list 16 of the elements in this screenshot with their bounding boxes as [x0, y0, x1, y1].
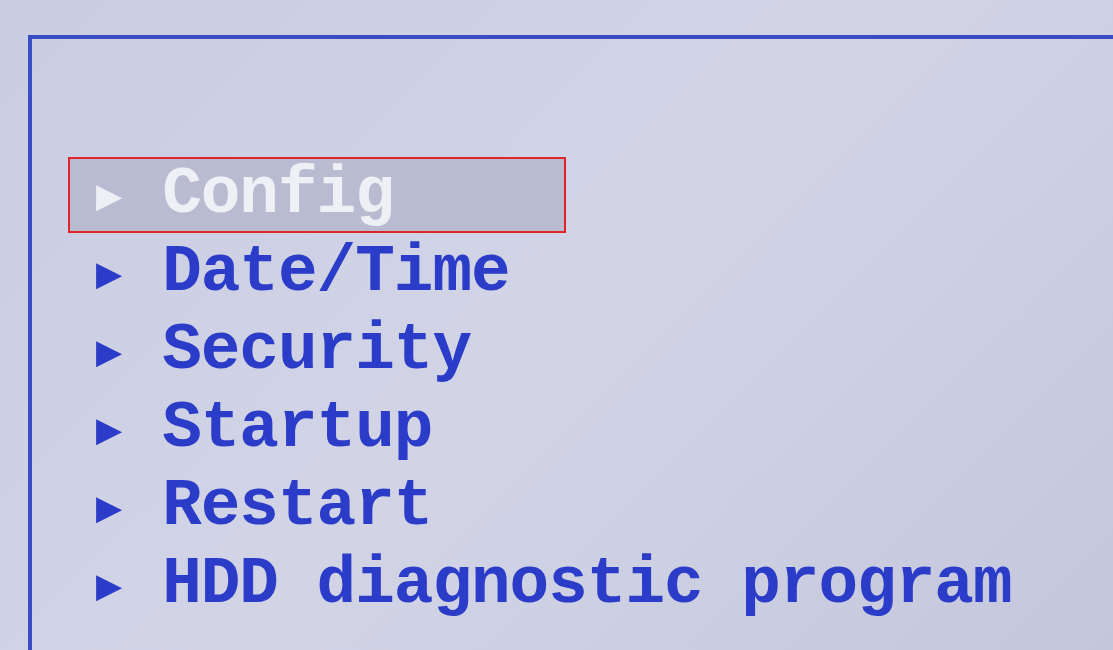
menu-item[interactable]: ▶ Date/Time: [70, 237, 530, 309]
menu-item[interactable]: ▶ Security: [70, 315, 491, 387]
triangle-icon: ▶: [96, 178, 123, 212]
menu-item[interactable]: ▶ Startup: [70, 393, 453, 465]
triangle-icon: ▶: [96, 412, 123, 446]
menu-label: Restart: [162, 474, 433, 540]
triangle-icon: ▶: [96, 568, 123, 602]
menu-item[interactable]: ▶ HDD diagnostic program: [70, 549, 1032, 621]
menu-label: Date/Time: [162, 240, 510, 306]
menu-label: Startup: [162, 396, 433, 462]
triangle-icon: ▶: [96, 490, 123, 524]
triangle-icon: ▶: [96, 256, 123, 290]
menu-item[interactable]: ▶ Restart: [70, 471, 453, 543]
triangle-icon: ▶: [96, 334, 123, 368]
menu-label: HDD diagnostic program: [162, 552, 1012, 618]
menu-label: Security: [162, 318, 471, 384]
